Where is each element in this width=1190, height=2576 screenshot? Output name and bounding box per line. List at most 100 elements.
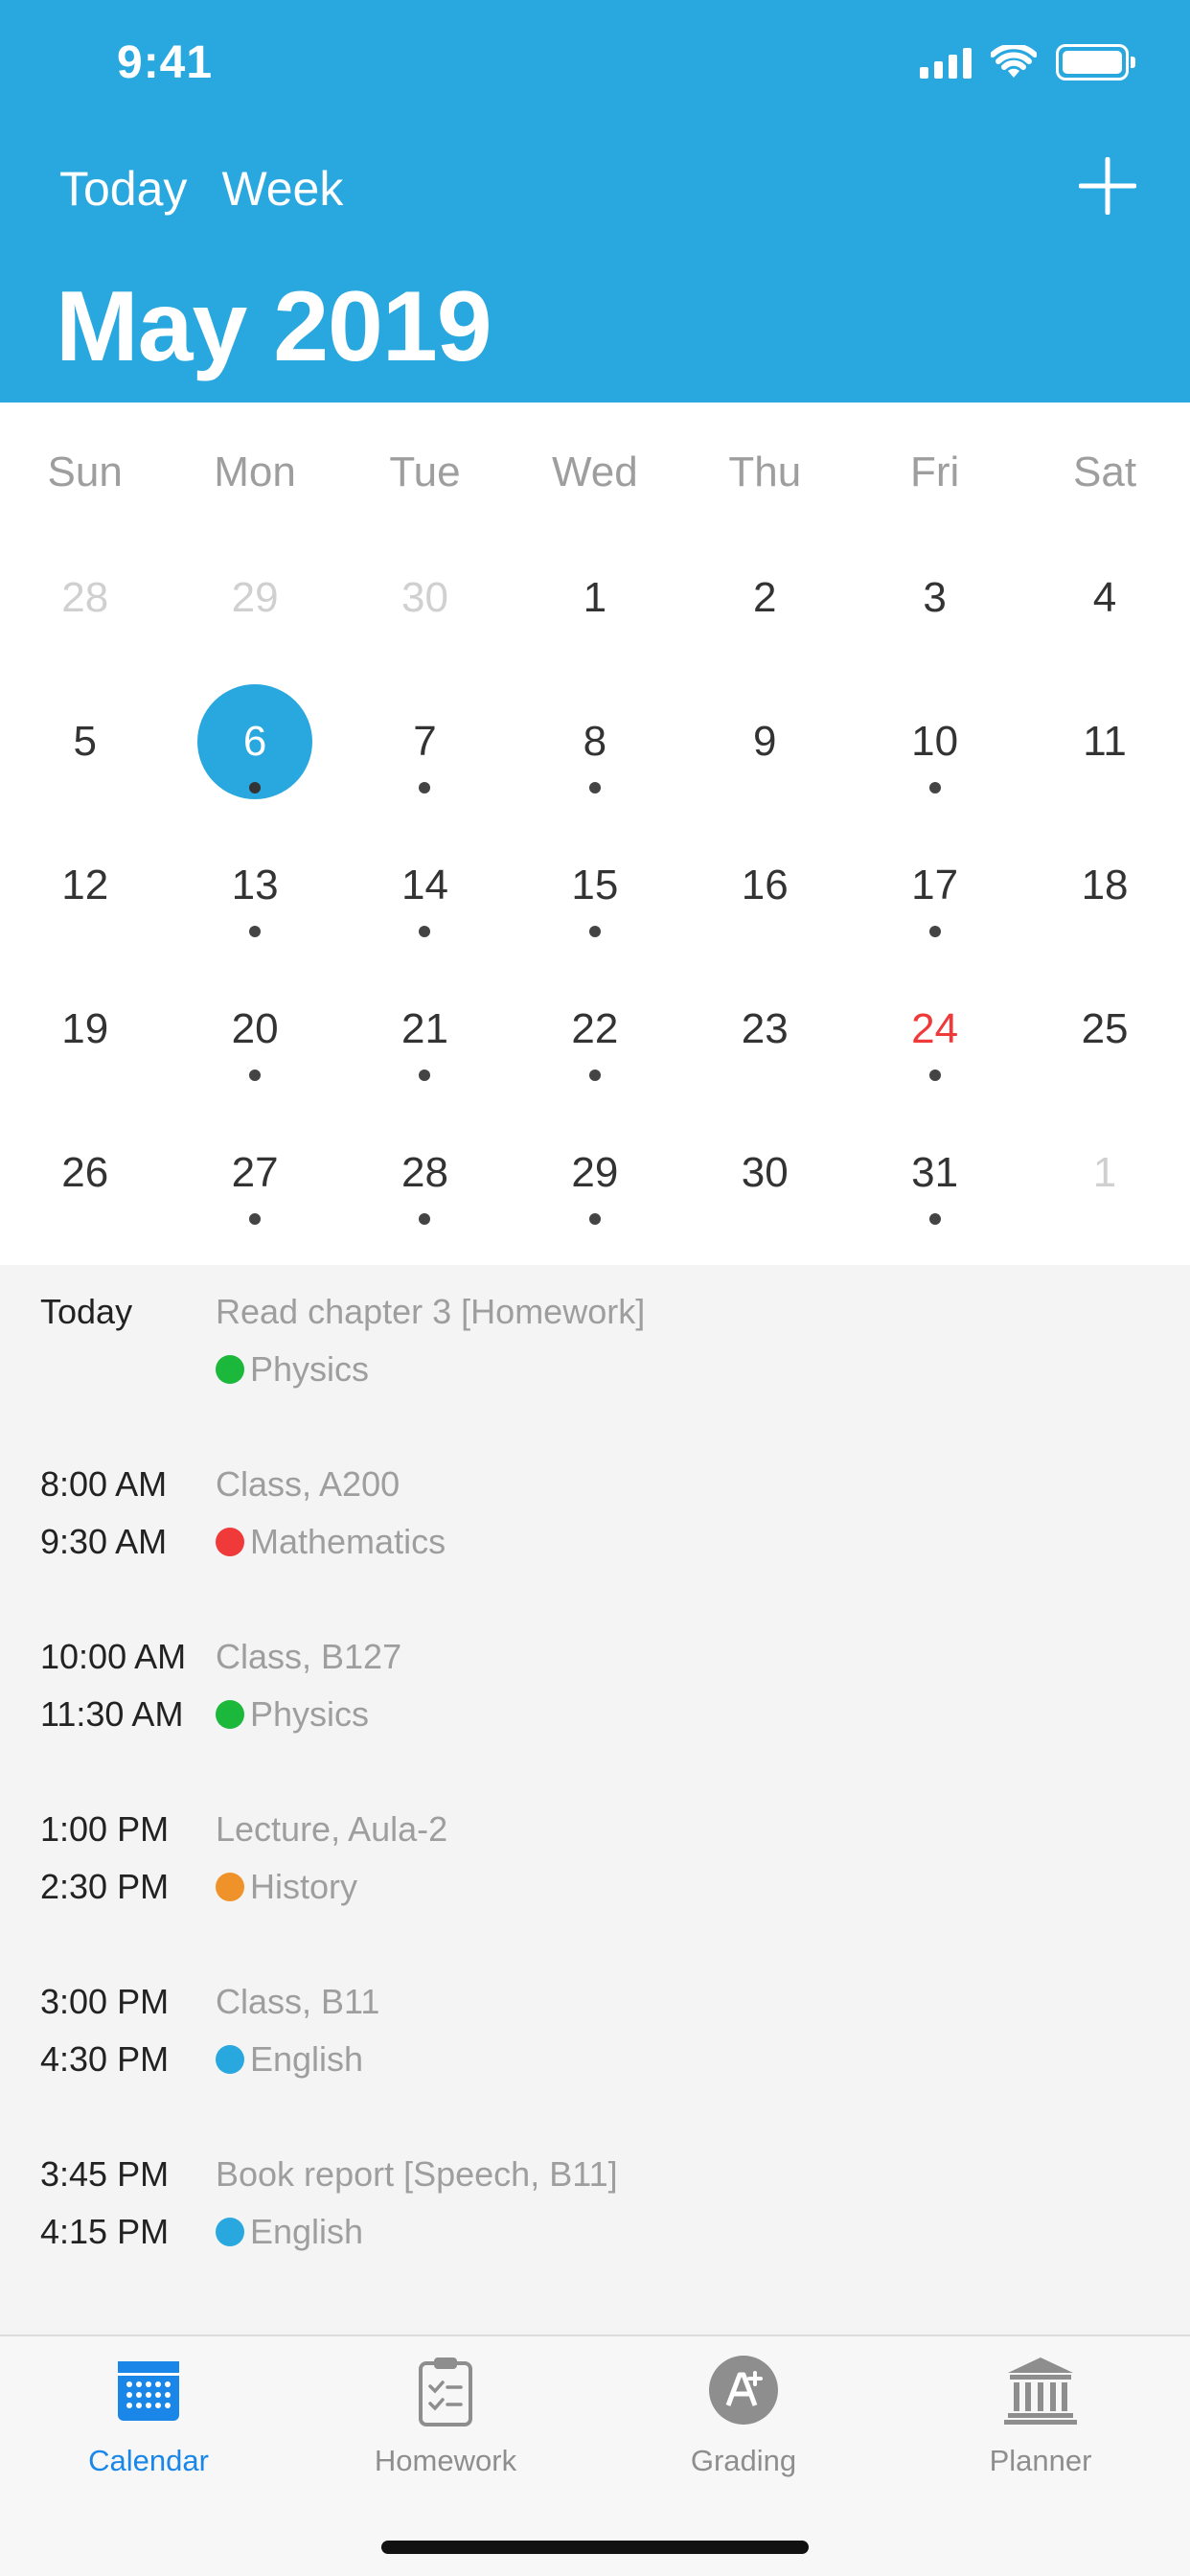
day-number: 22	[571, 1005, 619, 1052]
day-number: 21	[401, 1005, 448, 1052]
plus-icon[interactable]	[1079, 157, 1136, 215]
day-number: 27	[231, 1149, 279, 1196]
event-indicator-dot	[588, 926, 601, 937]
event-subject: Physics	[216, 1349, 369, 1390]
day-number: 9	[753, 718, 777, 765]
subject-color-dot	[216, 1700, 244, 1729]
calendar-day[interactable]: 2	[680, 546, 850, 690]
calendar-day[interactable]: 14	[340, 834, 510, 978]
calendar-day[interactable]: 5	[0, 690, 170, 834]
today-link[interactable]: Today	[59, 161, 187, 217]
event-indicator-dot	[928, 1070, 941, 1081]
tab-calendar[interactable]: Calendar	[0, 2336, 297, 2509]
weekday-label: Sat	[1073, 448, 1137, 495]
agenda-event[interactable]: Today Read chapter 3 [Homework] Physics	[0, 1265, 1190, 1389]
event-indicator-dot	[928, 782, 941, 794]
calendar-day[interactable]: 18	[1019, 834, 1189, 978]
calendar-day[interactable]: 28	[340, 1121, 510, 1265]
calendar-day[interactable]: 20	[170, 978, 339, 1121]
subject-label: Physics	[250, 1349, 370, 1389]
calendar-week-row: 5 6 7 8 9 10 11	[0, 684, 1190, 834]
agenda-event[interactable]: 3:00 PM 4:30 PM Class, B11 English	[0, 1955, 1190, 2079]
subject-color-dot	[216, 2218, 244, 2246]
calendar-day[interactable]: 22	[510, 978, 679, 1121]
agenda-event[interactable]: 8:00 AM 9:30 AM Class, A200 Mathematics	[0, 1438, 1190, 1561]
calendar-day[interactable]: 11	[1019, 690, 1189, 834]
view-switcher: Today Week	[59, 161, 343, 217]
agenda-event[interactable]: 10:00 AM 11:30 AM Class, B127 Physics	[0, 1610, 1190, 1734]
tab-label-planner: Planner	[989, 2444, 1092, 2477]
calendar-week-row: 28 29 30 1 2 3 4	[0, 546, 1190, 690]
calendar-grid: 28 29 30 1 2 3 4 5 6 7 8 9 10 11 12 13 14 15 16 17 18 19 20 21 2…	[0, 546, 1190, 1265]
subject-label: English	[250, 2039, 364, 2079]
agenda-list: Today Read chapter 3 [Homework] Physics 8:0…	[0, 1265, 1190, 2334]
tab-planner[interactable]: Planner	[892, 2336, 1189, 2509]
calendar-day[interactable]: 12	[0, 834, 170, 978]
day-number: 19	[61, 1005, 109, 1052]
agenda-event[interactable]: 3:45 PM 4:15 PM Book report [Speech, B11] E…	[0, 2128, 1190, 2251]
day-number: 31	[911, 1149, 959, 1196]
calendar-day[interactable]: 30	[680, 1121, 850, 1265]
subject-color-dot	[216, 1528, 244, 1556]
day-number: 17	[911, 862, 959, 908]
calendar-day[interactable]: 10	[850, 690, 1019, 834]
battery-icon	[1056, 44, 1135, 80]
calendar-day[interactable]: 21	[340, 978, 510, 1121]
calendar-day-selected[interactable]: 6	[170, 684, 339, 834]
subject-label: English	[250, 2212, 364, 2251]
event-title: Class, A200	[216, 1464, 400, 1504]
calendar-day[interactable]: 27	[170, 1121, 339, 1265]
calendar-day[interactable]: 28	[0, 546, 170, 690]
status-icons	[920, 44, 1135, 80]
wifi-icon	[991, 45, 1037, 78]
event-title: Book report [Speech, B11]	[216, 2154, 618, 2194]
calendar-day[interactable]: 26	[0, 1121, 170, 1265]
calendar-day[interactable]: 9	[680, 690, 850, 834]
week-link[interactable]: Week	[221, 161, 343, 217]
tab-label-grading: Grading	[690, 2444, 797, 2477]
event-title: Lecture, Aula-2	[216, 1809, 448, 1849]
tab-grading[interactable]: Grading	[595, 2336, 892, 2509]
event-subject: History	[216, 1867, 357, 1907]
institution-icon	[1004, 2358, 1077, 2425]
day-number: 25	[1081, 1005, 1129, 1052]
event-start-time: 10:00 AM	[40, 1637, 187, 1676]
calendar-day[interactable]: 1	[510, 546, 679, 690]
calendar-day[interactable]: 8	[510, 690, 679, 834]
calendar-day[interactable]: 25	[1019, 978, 1189, 1121]
calendar-day[interactable]: 4	[1019, 546, 1189, 690]
tab-homework[interactable]: Homework	[297, 2336, 594, 2509]
calendar-day[interactable]: 29	[510, 1121, 679, 1265]
calendar-day[interactable]: 29	[170, 546, 339, 690]
calendar-day[interactable]: 15	[510, 834, 679, 978]
calendar-day[interactable]: 13	[170, 834, 339, 978]
day-number: 24	[911, 1005, 959, 1052]
event-end-time: 2:30 PM	[40, 1867, 170, 1906]
weekday-label: Fri	[909, 448, 960, 495]
grade-icon	[709, 2356, 778, 2425]
day-number: 30	[741, 1149, 789, 1196]
day-number: 12	[61, 862, 109, 908]
calendar-day[interactable]: 24	[850, 978, 1019, 1121]
weekday-label: Mon	[214, 448, 296, 495]
day-number: 13	[231, 862, 279, 908]
day-number: 6	[242, 718, 267, 765]
calendar-day[interactable]: 7	[340, 690, 510, 834]
calendar-day[interactable]: 31	[850, 1121, 1019, 1265]
calendar-day[interactable]: 19	[0, 978, 170, 1121]
event-indicator-dot	[419, 782, 431, 794]
calendar-week-row: 12 13 14 15 16 17 18	[0, 834, 1190, 978]
calendar-day[interactable]: 1	[1019, 1121, 1189, 1265]
calendar-day[interactable]: 23	[680, 978, 850, 1121]
calendar-day[interactable]: 30	[340, 546, 510, 690]
status-time: 9:41	[117, 37, 214, 88]
calendar-day[interactable]: 17	[850, 834, 1019, 978]
calendar-day[interactable]: 16	[680, 834, 850, 978]
event-indicator-dot	[419, 1070, 431, 1081]
calendar-day[interactable]: 3	[850, 546, 1019, 690]
agenda-event[interactable]: 1:00 PM 2:30 PM Lecture, Aula-2 History	[0, 1782, 1190, 1906]
day-number: 29	[231, 574, 279, 621]
subject-color-dot	[216, 2045, 244, 2074]
calendar-week-row: 19 20 21 22 23 24 25	[0, 978, 1190, 1121]
event-indicator-dot	[419, 1213, 431, 1225]
